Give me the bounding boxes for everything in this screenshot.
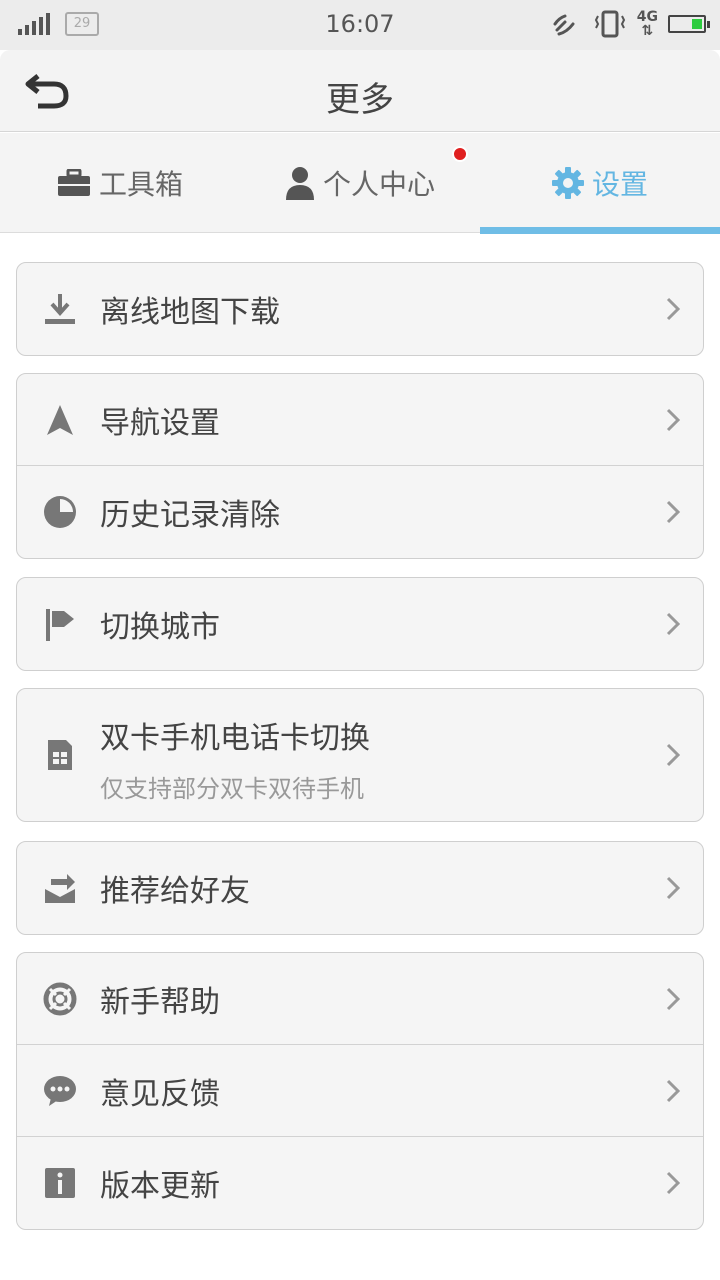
sim-card-icon bbox=[43, 738, 77, 772]
dual-sim-switch-item[interactable]: 双卡手机电话卡切换 仅支持部分双卡双待手机 bbox=[17, 689, 703, 821]
tab-label: 工具箱 bbox=[98, 168, 183, 201]
feedback-item[interactable]: 意见反馈 bbox=[17, 1045, 703, 1137]
network-type-indicator: 4G ⇅ bbox=[636, 9, 658, 39]
share-icon bbox=[43, 871, 77, 905]
vibrate-icon bbox=[594, 10, 625, 38]
gear-icon bbox=[551, 167, 584, 199]
item-label: 推荐给好友 bbox=[100, 874, 250, 909]
page-title: 更多 bbox=[326, 80, 394, 120]
clear-history-item[interactable]: 历史记录清除 bbox=[17, 466, 703, 558]
item-label: 切换城市 bbox=[100, 610, 220, 645]
item-label: 新手帮助 bbox=[100, 984, 220, 1020]
tab-label: 设置 bbox=[591, 168, 648, 201]
item-label: 意见反馈 bbox=[100, 1076, 220, 1112]
chat-bubble-icon bbox=[43, 1074, 77, 1108]
tab-label: 个人中心 bbox=[322, 168, 435, 201]
chevron-right-icon bbox=[666, 1171, 681, 1195]
item-label: 版本更新 bbox=[100, 1169, 220, 1204]
pie-clock-icon bbox=[43, 495, 77, 529]
chevron-right-icon bbox=[666, 987, 681, 1010]
chevron-right-icon bbox=[666, 500, 681, 524]
item-label: 双卡手机电话卡切换 bbox=[100, 721, 370, 756]
settings-group-help: 新手帮助 意见反馈 版本更新 bbox=[16, 952, 704, 1230]
item-label: 历史记录清除 bbox=[100, 498, 280, 533]
chevron-right-icon bbox=[666, 1079, 681, 1102]
info-icon bbox=[43, 1166, 77, 1200]
switch-city-item[interactable]: 切换城市 bbox=[17, 578, 703, 670]
person-icon bbox=[285, 167, 314, 200]
navigation-arrow-icon bbox=[43, 403, 77, 437]
recommend-to-friends-item[interactable]: 推荐给好友 bbox=[17, 842, 703, 934]
briefcase-icon bbox=[57, 169, 90, 196]
tab-toolbox[interactable]: 工具箱 bbox=[0, 133, 240, 233]
settings-group-navigation: 导航设置 历史记录清除 bbox=[16, 373, 704, 559]
item-label: 导航设置 bbox=[100, 405, 220, 441]
tab-bar: 工具箱 个人中心 设置 bbox=[0, 133, 720, 234]
beginner-help-item[interactable]: 新手帮助 bbox=[17, 953, 703, 1045]
status-bar: 29 16:07 4G ⇅ bbox=[0, 0, 720, 50]
header-bar: 更多 bbox=[0, 50, 720, 132]
settings-group-share: 推荐给好友 bbox=[16, 841, 704, 935]
version-update-item[interactable]: 版本更新 bbox=[17, 1137, 703, 1229]
settings-group-offline: 离线地图下载 bbox=[16, 262, 704, 356]
nfc-icon bbox=[553, 14, 575, 36]
lifebuoy-icon bbox=[43, 982, 77, 1016]
flag-icon bbox=[43, 607, 77, 641]
chevron-right-icon bbox=[666, 612, 681, 636]
battery-icon bbox=[668, 15, 710, 33]
offline-map-download-item[interactable]: 离线地图下载 bbox=[17, 263, 703, 355]
chevron-right-icon bbox=[666, 743, 681, 767]
tab-settings[interactable]: 设置 bbox=[480, 133, 720, 234]
chevron-right-icon bbox=[666, 408, 681, 431]
item-sublabel: 仅支持部分双卡双待手机 bbox=[100, 775, 364, 803]
navigation-settings-item[interactable]: 导航设置 bbox=[17, 374, 703, 466]
settings-group-dual-sim: 双卡手机电话卡切换 仅支持部分双卡双待手机 bbox=[16, 688, 704, 822]
download-icon bbox=[43, 292, 77, 326]
notification-dot bbox=[452, 146, 468, 162]
item-label: 离线地图下载 bbox=[100, 295, 280, 330]
chevron-right-icon bbox=[666, 297, 681, 321]
settings-group-city: 切换城市 bbox=[16, 577, 704, 671]
chevron-right-icon bbox=[666, 876, 681, 900]
tab-personal-center[interactable]: 个人中心 bbox=[240, 133, 480, 233]
